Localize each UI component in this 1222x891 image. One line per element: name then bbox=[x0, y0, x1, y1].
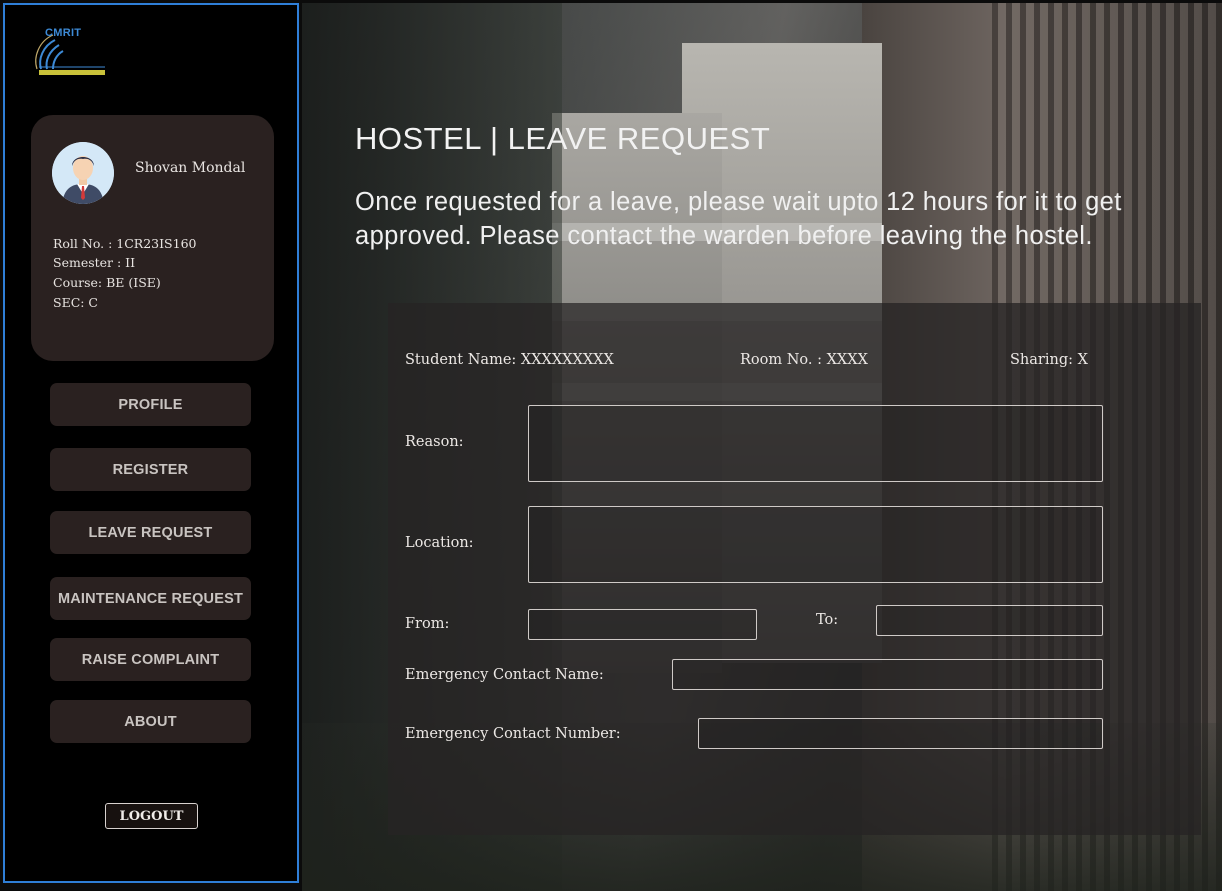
sidebar: CMRIT Shovan Mondal Roll No. : 1CR23IS16… bbox=[3, 3, 299, 883]
logo-text: CMRIT bbox=[45, 27, 82, 39]
student-name: Student Name: XXXXXXXXX bbox=[405, 352, 614, 368]
reason-input[interactable] bbox=[528, 405, 1103, 482]
reason-label: Reason: bbox=[405, 434, 464, 450]
emergency-contact-name-input[interactable] bbox=[672, 659, 1103, 690]
avatar bbox=[52, 142, 114, 204]
to-date-input[interactable] bbox=[876, 605, 1103, 636]
nav-register-button[interactable]: REGISTER bbox=[50, 448, 251, 491]
room-number: Room No. : XXXX bbox=[740, 352, 868, 368]
main-content: HOSTEL | LEAVE REQUEST Once requested fo… bbox=[302, 3, 1222, 891]
logout-button[interactable]: LOGOUT bbox=[105, 803, 198, 829]
nav-raise-complaint-button[interactable]: RAISE COMPLAINT bbox=[50, 638, 251, 681]
profile-card: Shovan Mondal Roll No. : 1CR23IS160 Seme… bbox=[31, 115, 274, 361]
sharing: Sharing: X bbox=[1010, 352, 1088, 368]
emergency-contact-number-label: Emergency Contact Number: bbox=[405, 726, 621, 742]
from-label: From: bbox=[405, 616, 450, 632]
emergency-contact-number-input[interactable] bbox=[698, 718, 1103, 749]
user-name: Shovan Mondal bbox=[135, 160, 246, 176]
to-label: To: bbox=[816, 612, 839, 628]
student-info: Roll No. : 1CR23IS160 Semester : II Cour… bbox=[53, 234, 196, 313]
nav-about-button[interactable]: ABOUT bbox=[50, 700, 251, 743]
roll-number: Roll No. : 1CR23IS160 bbox=[53, 236, 197, 251]
page-instructions: Once requested for a leave, please wait … bbox=[355, 188, 1122, 250]
nav-maintenance-request-button[interactable]: MAINTENANCE REQUEST bbox=[50, 577, 251, 620]
semester: Semester : II bbox=[53, 255, 136, 270]
section: SEC: C bbox=[53, 295, 99, 310]
course: Course: BE (ISE) bbox=[53, 275, 161, 290]
emergency-contact-name-label: Emergency Contact Name: bbox=[405, 667, 604, 683]
page-title: HOSTEL | LEAVE REQUEST bbox=[355, 121, 771, 156]
nav-leave-request-button[interactable]: LEAVE REQUEST bbox=[50, 511, 251, 554]
location-label: Location: bbox=[405, 535, 474, 551]
location-input[interactable] bbox=[528, 506, 1103, 583]
leave-request-form: Student Name: XXXXXXXXX Room No. : XXXX … bbox=[388, 303, 1201, 835]
nav-profile-button[interactable]: PROFILE bbox=[50, 383, 251, 426]
from-date-input[interactable] bbox=[528, 609, 757, 640]
